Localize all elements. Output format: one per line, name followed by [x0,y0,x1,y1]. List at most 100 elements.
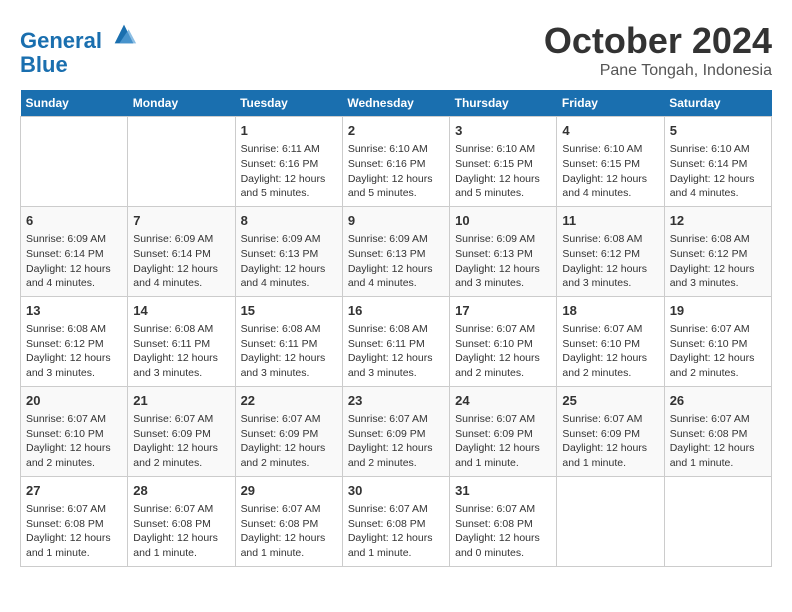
day-cell: 3 Sunrise: 6:10 AM Sunset: 6:15 PM Daylig… [450,117,557,207]
day-info: Sunrise: 6:07 AM Sunset: 6:08 PM Dayligh… [670,412,766,471]
header-cell-thursday: Thursday [450,90,557,117]
day-cell: 8 Sunrise: 6:09 AM Sunset: 6:13 PM Daylig… [235,206,342,296]
day-info: Sunrise: 6:07 AM Sunset: 6:08 PM Dayligh… [455,502,551,561]
page-header: General Blue October 2024 Pane Tongah, I… [20,20,772,80]
day-number: 16 [348,302,444,320]
logo: General Blue [20,20,138,77]
day-info: Sunrise: 6:10 AM Sunset: 6:14 PM Dayligh… [670,142,766,201]
day-cell: 10 Sunrise: 6:09 AM Sunset: 6:13 PM Dayli… [450,206,557,296]
day-cell: 21 Sunrise: 6:07 AM Sunset: 6:09 PM Dayli… [128,386,235,476]
day-number: 6 [26,212,122,230]
day-number: 3 [455,122,551,140]
day-number: 4 [562,122,658,140]
day-cell: 13Sunrise: 6:08 AM Sunset: 6:12 PM Dayli… [21,296,128,386]
day-number: 24 [455,392,551,410]
day-info: Sunrise: 6:07 AM Sunset: 6:09 PM Dayligh… [241,412,337,471]
day-cell: 1Sunrise: 6:11 AM Sunset: 6:16 PM Daylig… [235,117,342,207]
day-cell: 28Sunrise: 6:07 AM Sunset: 6:08 PM Dayli… [128,476,235,566]
day-number: 8 [241,212,337,230]
day-number: 21 [133,392,229,410]
day-cell: 12Sunrise: 6:08 AM Sunset: 6:12 PM Dayli… [664,206,771,296]
day-number: 2 [348,122,444,140]
day-number: 9 [348,212,444,230]
day-cell: 29 Sunrise: 6:07 AM Sunset: 6:08 PM Dayli… [235,476,342,566]
day-info: Sunrise: 6:07 AM Sunset: 6:10 PM Dayligh… [670,322,766,381]
day-number: 27 [26,482,122,500]
day-info: Sunrise: 6:09 AM Sunset: 6:13 PM Dayligh… [348,232,444,291]
day-number: 14 [133,302,229,320]
day-info: Sunrise: 6:07 AM Sunset: 6:09 PM Dayligh… [562,412,658,471]
header-cell-wednesday: Wednesday [342,90,449,117]
day-cell [128,117,235,207]
day-info: Sunrise: 6:08 AM Sunset: 6:11 PM Dayligh… [241,322,337,381]
day-info: Sunrise: 6:09 AM Sunset: 6:13 PM Dayligh… [241,232,337,291]
day-info: Sunrise: 6:07 AM Sunset: 6:09 PM Dayligh… [133,412,229,471]
header-cell-saturday: Saturday [664,90,771,117]
header-cell-friday: Friday [557,90,664,117]
day-cell: 5 Sunrise: 6:10 AM Sunset: 6:14 PM Daylig… [664,117,771,207]
day-cell: 19 Sunrise: 6:07 AM Sunset: 6:10 PM Dayli… [664,296,771,386]
day-info: Sunrise: 6:08 AM Sunset: 6:11 PM Dayligh… [348,322,444,381]
title-block: October 2024 Pane Tongah, Indonesia [544,20,772,80]
day-cell: 30 Sunrise: 6:07 AM Sunset: 6:08 PM Dayli… [342,476,449,566]
day-cell: 2Sunrise: 6:10 AM Sunset: 6:16 PM Daylig… [342,117,449,207]
day-info: Sunrise: 6:07 AM Sunset: 6:09 PM Dayligh… [455,412,551,471]
day-info: Sunrise: 6:07 AM Sunset: 6:08 PM Dayligh… [348,502,444,561]
day-cell: 7 Sunrise: 6:09 AM Sunset: 6:14 PM Daylig… [128,206,235,296]
week-row-3: 13Sunrise: 6:08 AM Sunset: 6:12 PM Dayli… [21,296,772,386]
day-cell: 26 Sunrise: 6:07 AM Sunset: 6:08 PM Dayli… [664,386,771,476]
day-info: Sunrise: 6:10 AM Sunset: 6:15 PM Dayligh… [562,142,658,201]
logo-icon [110,20,138,48]
day-cell: 27 Sunrise: 6:07 AM Sunset: 6:08 PM Dayli… [21,476,128,566]
day-number: 19 [670,302,766,320]
day-info: Sunrise: 6:09 AM Sunset: 6:13 PM Dayligh… [455,232,551,291]
day-cell: 6Sunrise: 6:09 AM Sunset: 6:14 PM Daylig… [21,206,128,296]
day-cell: 14 Sunrise: 6:08 AM Sunset: 6:11 PM Dayli… [128,296,235,386]
day-cell: 4 Sunrise: 6:10 AM Sunset: 6:15 PM Daylig… [557,117,664,207]
calendar-table: SundayMondayTuesdayWednesdayThursdayFrid… [20,90,772,567]
day-number: 18 [562,302,658,320]
header-cell-monday: Monday [128,90,235,117]
day-number: 7 [133,212,229,230]
day-cell: 23 Sunrise: 6:07 AM Sunset: 6:09 PM Dayli… [342,386,449,476]
day-cell: 31 Sunrise: 6:07 AM Sunset: 6:08 PM Dayli… [450,476,557,566]
week-row-1: 1Sunrise: 6:11 AM Sunset: 6:16 PM Daylig… [21,117,772,207]
day-info: Sunrise: 6:08 AM Sunset: 6:12 PM Dayligh… [562,232,658,291]
day-info: Sunrise: 6:07 AM Sunset: 6:08 PM Dayligh… [26,502,122,561]
week-row-2: 6 Sunrise: 6:09 AM Sunset: 6:14 PM Daylig… [21,206,772,296]
day-info: Sunrise: 6:07 AM Sunset: 6:10 PM Dayligh… [455,322,551,381]
day-number: 11 [562,212,658,230]
day-cell: 22Sunrise: 6:07 AM Sunset: 6:09 PM Dayli… [235,386,342,476]
day-info: Sunrise: 6:07 AM Sunset: 6:09 PM Dayligh… [348,412,444,471]
logo-blue: Blue [20,53,138,77]
day-number: 10 [455,212,551,230]
day-info: Sunrise: 6:09 AM Sunset: 6:14 PM Dayligh… [133,232,229,291]
day-cell [21,117,128,207]
day-cell: 11 Sunrise: 6:08 AM Sunset: 6:12 PM Dayli… [557,206,664,296]
day-number: 31 [455,482,551,500]
week-row-4: 20Sunrise: 6:07 AM Sunset: 6:10 PM Dayli… [21,386,772,476]
day-info: Sunrise: 6:07 AM Sunset: 6:08 PM Dayligh… [241,502,337,561]
day-info: Sunrise: 6:10 AM Sunset: 6:15 PM Dayligh… [455,142,551,201]
day-cell: 20Sunrise: 6:07 AM Sunset: 6:10 PM Dayli… [21,386,128,476]
logo-text: General [20,20,138,53]
day-cell: 9 Sunrise: 6:09 AM Sunset: 6:13 PM Daylig… [342,206,449,296]
day-number: 5 [670,122,766,140]
day-number: 13 [26,302,122,320]
day-number: 25 [562,392,658,410]
day-number: 17 [455,302,551,320]
day-cell: 17 Sunrise: 6:07 AM Sunset: 6:10 PM Dayli… [450,296,557,386]
day-number: 26 [670,392,766,410]
day-cell: 18Sunrise: 6:07 AM Sunset: 6:10 PM Dayli… [557,296,664,386]
day-info: Sunrise: 6:08 AM Sunset: 6:12 PM Dayligh… [670,232,766,291]
header-cell-tuesday: Tuesday [235,90,342,117]
day-info: Sunrise: 6:08 AM Sunset: 6:11 PM Dayligh… [133,322,229,381]
day-number: 23 [348,392,444,410]
day-info: Sunrise: 6:11 AM Sunset: 6:16 PM Dayligh… [241,142,337,201]
day-number: 29 [241,482,337,500]
day-number: 30 [348,482,444,500]
page-subtitle: Pane Tongah, Indonesia [544,62,772,80]
header-row: SundayMondayTuesdayWednesdayThursdayFrid… [21,90,772,117]
day-cell: 25 Sunrise: 6:07 AM Sunset: 6:09 PM Dayli… [557,386,664,476]
day-cell: 15Sunrise: 6:08 AM Sunset: 6:11 PM Dayli… [235,296,342,386]
